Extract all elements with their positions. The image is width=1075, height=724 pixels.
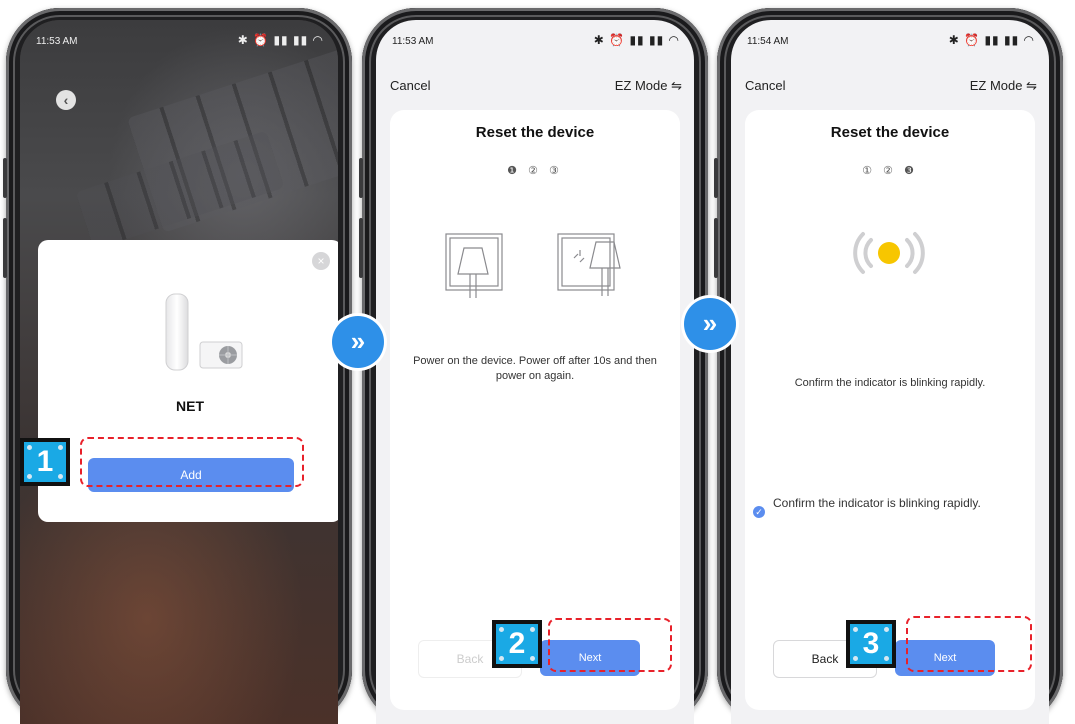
- top-bar: Cancel EZ Mode ⇋: [731, 78, 1049, 98]
- instruction-text: Confirm the indicator is blinking rapidl…: [794, 377, 986, 389]
- cancel-button[interactable]: Cancel: [745, 78, 785, 93]
- status-icons: ✱ ⏰ ▮▮ ▮▮ ◠: [593, 33, 680, 47]
- camera-view: 11:53 AM ✱ ⏰ ▮▮ ▮▮ ◠ ‹ × NET Add: [20, 20, 338, 724]
- step-badge-2: 2: [492, 620, 542, 668]
- next-step-arrow-icon: »: [684, 298, 736, 350]
- panel-title: Reset the device: [475, 124, 595, 141]
- device-name: NET: [176, 398, 204, 414]
- step-indicator: ❶ ② ③: [507, 165, 563, 177]
- check-icon[interactable]: ✓: [753, 506, 765, 518]
- top-bar: Cancel EZ Mode ⇋: [376, 78, 694, 98]
- next-step-arrow-icon: »: [332, 316, 384, 368]
- status-icons: ✱ ⏰ ▮▮ ▮▮ ◠: [237, 33, 324, 47]
- cancel-button[interactable]: Cancel: [390, 78, 430, 93]
- highlight-next-button-2: [548, 618, 672, 672]
- phone-screen-2: 11:53 AM ✱ ⏰ ▮▮ ▮▮ ◠ Cancel EZ Mode ⇋ Re…: [359, 8, 708, 724]
- blinking-indicator-icon: [853, 232, 925, 274]
- ez-mode-switch[interactable]: EZ Mode ⇋: [615, 78, 682, 94]
- back-icon[interactable]: ‹: [56, 90, 76, 110]
- status-time: 11:53 AM: [392, 36, 434, 47]
- phone-screen-1: 11:53 AM ✱ ⏰ ▮▮ ▮▮ ◠ ‹ × NET Add: [3, 8, 352, 724]
- confirm-checkbox-label: Confirm the indicator is blinking rapidl…: [773, 496, 981, 510]
- status-icons: ✱ ⏰ ▮▮ ▮▮ ◠: [948, 33, 1035, 47]
- status-time: 11:54 AM: [747, 36, 789, 47]
- step-badge-1: 1: [20, 438, 70, 486]
- status-bar: 11:53 AM ✱ ⏰ ▮▮ ▮▮ ◠: [376, 20, 694, 54]
- status-bar: 11:54 AM ✱ ⏰ ▮▮ ▮▮ ◠: [731, 20, 1049, 54]
- highlight-add-button: [80, 437, 304, 487]
- instruction-text: Power on the device. Power off after 10s…: [413, 355, 657, 382]
- step-indicator: ① ② ❸: [862, 165, 918, 177]
- status-time: 11:53 AM: [36, 36, 78, 47]
- confirm-checkbox-row[interactable]: ✓ Confirm the indicator is blinking rapi…: [753, 496, 1029, 518]
- step-badge-3: 3: [846, 620, 896, 668]
- highlight-next-button-3: [906, 616, 1032, 672]
- close-icon[interactable]: ×: [312, 252, 330, 270]
- device-image: [165, 293, 243, 371]
- power-plug-illustration: [445, 233, 621, 298]
- panel-title: Reset the device: [830, 124, 950, 141]
- status-bar: 11:53 AM ✱ ⏰ ▮▮ ▮▮ ◠: [20, 20, 338, 54]
- ez-mode-switch[interactable]: EZ Mode ⇋: [970, 78, 1037, 94]
